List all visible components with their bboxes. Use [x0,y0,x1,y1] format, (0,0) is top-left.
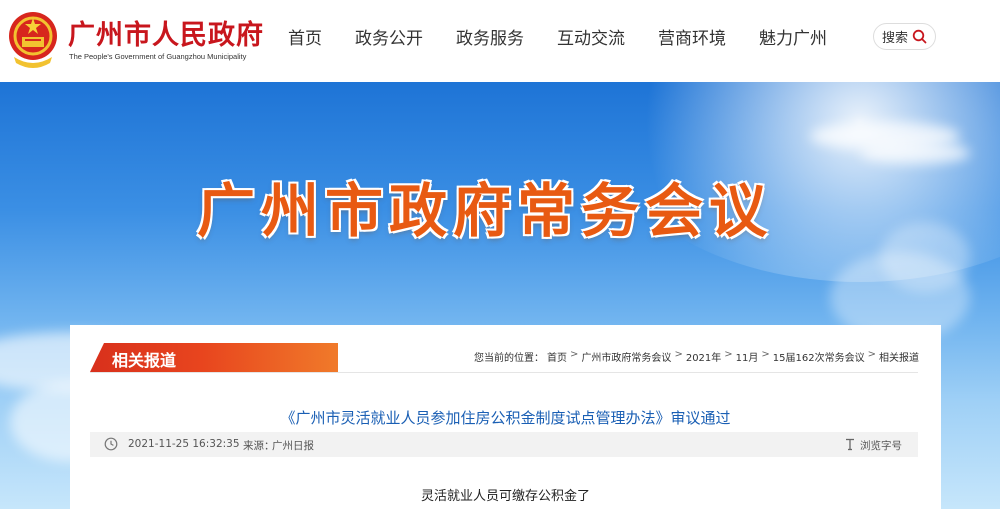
clock-icon [104,437,118,451]
breadcrumb-separator: > [761,349,770,360]
publish-date: 2021-11-25 16:32:35 [128,438,240,450]
font-size-button[interactable]: 浏览字号 [860,438,902,453]
site-header: 广州市人民政府 The People's Government of Guang… [0,0,1000,82]
section-tab-label: 相关报道 [112,351,177,370]
nav-government-affairs[interactable]: 政务公开 [355,24,423,49]
breadcrumb-meeting[interactable]: 广州市政府常务会议 [581,349,671,364]
breadcrumb-separator: > [867,349,876,360]
search-label: 搜索 [881,31,908,46]
nav-home[interactable]: 首页 [288,24,322,49]
search-button[interactable]: 搜索 [873,23,936,50]
section-tab: 相关报道 [90,343,338,372]
cloud [860,142,970,164]
site-title[interactable]: 广州市人民政府 [68,13,264,52]
nav-government-services[interactable]: 政务服务 [456,24,524,49]
main-nav: 首页 政务公开 政务服务 互动交流 营商环境 魅力广州 [288,24,860,49]
breadcrumb-year[interactable]: 2021年 [686,349,721,364]
article-meta-bar: 2021-11-25 16:32:35 来源： 广州日报 浏览字号 [90,432,918,457]
breadcrumb-prefix: 您当前的位置： [474,353,545,364]
article-title: 《广州市灵活就业人员参加住房公积金制度试点管理办法》审议通过 [280,409,731,427]
nav-interaction[interactable]: 互动交流 [557,24,625,49]
breadcrumb: 您当前的位置： 首页 > 广州市政府常务会议 > 2021年 > 11月 > 1… [474,349,919,364]
breadcrumb-separator: > [674,349,683,360]
font-size-icon[interactable] [844,438,856,451]
breadcrumb-separator: > [724,349,733,360]
breadcrumb-month[interactable]: 11月 [736,349,759,364]
source-name: 广州日报 [272,440,314,452]
content-panel: 相关报道 您当前的位置： 首页 > 广州市政府常务会议 > 2021年 > 11… [70,325,941,509]
article-lead: 灵活就业人员可缴存公积金了 [420,489,590,504]
search-icon [912,29,927,44]
banner-title: 广州市政府常务会议 [196,177,773,245]
breadcrumb-session[interactable]: 15届162次常务会议 [773,349,865,364]
site-subtitle: The People's Government of Guangzhou Mun… [69,52,247,61]
nav-charm-guangzhou[interactable]: 魅力广州 [759,24,827,49]
nav-business-environment[interactable]: 营商环境 [658,24,726,49]
breadcrumb-separator: > [570,349,579,360]
divider [90,372,918,373]
national-emblem-icon[interactable] [6,9,60,71]
breadcrumb-related[interactable]: 相关报道 [879,349,919,364]
source-label: 来源： [243,440,275,452]
breadcrumb-home[interactable]: 首页 [547,349,567,364]
